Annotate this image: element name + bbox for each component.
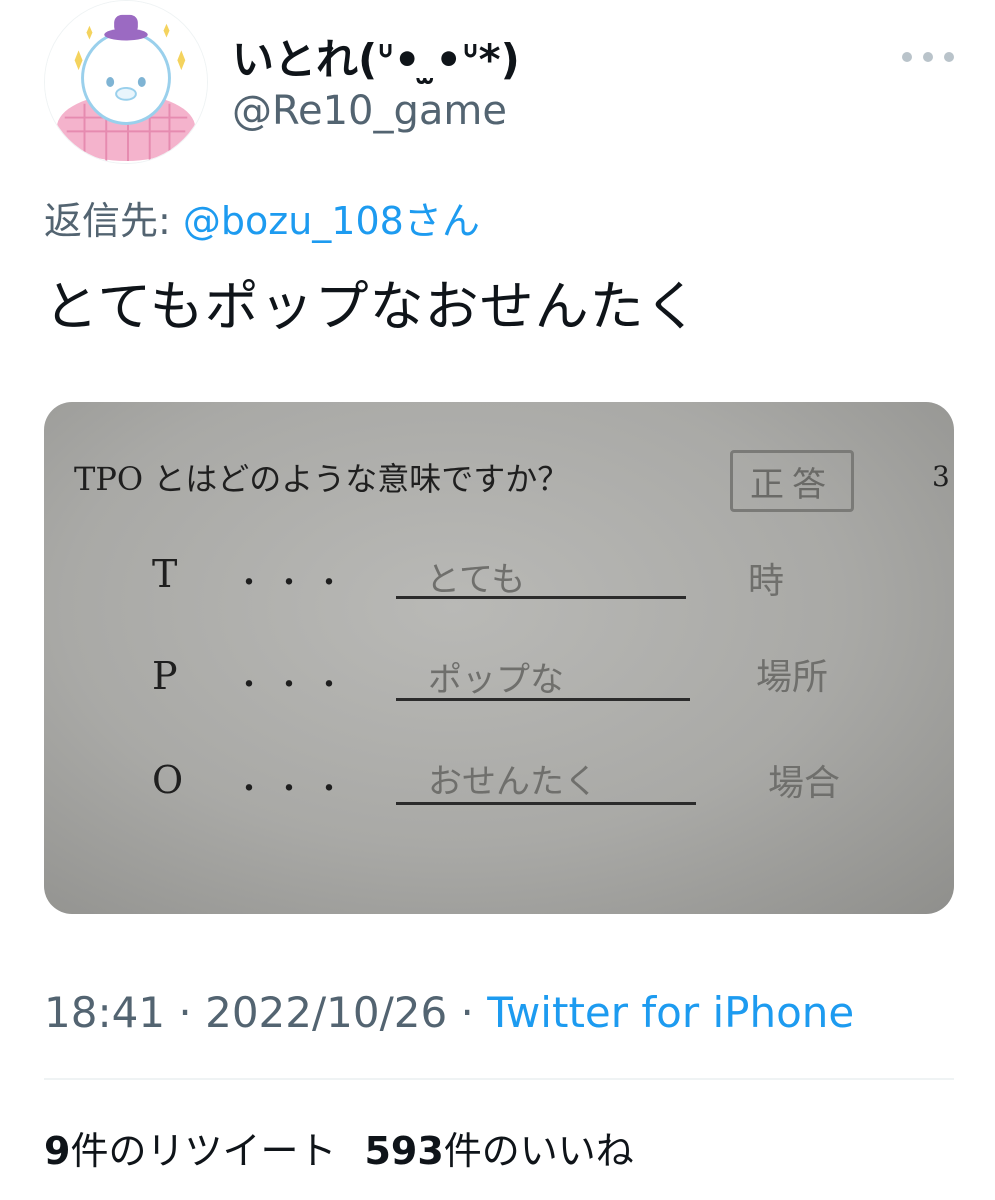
photo-row-answer: おせんたく xyxy=(428,762,598,802)
more-dot-icon xyxy=(944,52,954,62)
photo-row-correct: 場合 xyxy=(768,763,841,804)
tweet-time[interactable]: 18:41 xyxy=(44,988,165,1037)
photo-row-dots: ・・・ xyxy=(234,772,354,807)
answer-underline xyxy=(396,802,696,805)
photo-row-letter: P xyxy=(152,654,178,698)
tweet-photo[interactable]: TPO とはどのような意味ですか？ 正答 3 T ・・・ とても 時 P ・・・… xyxy=(44,402,954,914)
more-dot-icon xyxy=(902,52,912,62)
more-dot-icon xyxy=(923,52,933,62)
tweet-stats: 9件のリツイート 593件のいいね xyxy=(44,1120,634,1175)
retweets-stat[interactable]: 9件のリツイート xyxy=(44,1129,336,1173)
photo-stamp: 正答 xyxy=(730,450,854,512)
answer-underline xyxy=(396,698,690,701)
tweet-date[interactable]: 2022/10/26 xyxy=(205,988,447,1037)
tweet-source-link[interactable]: Twitter for iPhone xyxy=(487,988,854,1037)
photo-question-number: 3 xyxy=(932,460,950,493)
answer-underline xyxy=(396,596,686,599)
retweets-label: 件のリツイート xyxy=(70,1129,337,1173)
author-handle[interactable]: @Re10_game xyxy=(232,88,507,134)
photo-question: TPO とはどのような意味ですか？ xyxy=(74,460,570,498)
tweet-meta: 18:41 · 2022/10/26 · Twitter for iPhone xyxy=(44,988,854,1037)
seal-plush-avatar-icon xyxy=(45,1,207,163)
likes-count: 593 xyxy=(364,1129,444,1173)
photo-row-correct: 場所 xyxy=(756,657,829,698)
photo-row-letter: T xyxy=(152,552,178,596)
photo-row-letter: O xyxy=(152,758,184,802)
reply-prefix: 返信先: xyxy=(44,199,183,243)
photo-row-correct: 時 xyxy=(748,561,785,602)
author-display-name[interactable]: いとれ(ᐡ• ̫•ᐡ*) xyxy=(232,26,520,87)
avatar[interactable] xyxy=(44,0,208,164)
divider xyxy=(44,1078,954,1080)
reply-context: 返信先: @bozu_108さん xyxy=(44,190,480,245)
likes-stat[interactable]: 593件のいいね xyxy=(364,1129,633,1173)
photo-row-dots: ・・・ xyxy=(234,668,354,703)
more-options-button[interactable] xyxy=(902,42,954,72)
photo-row-answer: とても xyxy=(426,560,526,600)
photo-stamp-text: 正答 xyxy=(750,464,834,505)
photo-row-answer: ポップな xyxy=(428,660,564,700)
retweets-count: 9 xyxy=(44,1129,71,1173)
likes-label: 件のいいね xyxy=(443,1129,634,1173)
photo-row-dots: ・・・ xyxy=(234,566,354,601)
meta-separator: · xyxy=(165,988,206,1037)
tweet-text: とてもポップなおせんたく xyxy=(44,275,700,338)
tweet-detail: いとれ(ᐡ• ̫•ᐡ*) @Re10_game 返信先: @bozu_108さん… xyxy=(0,0,995,1200)
reply-target-link[interactable]: @bozu_108さん xyxy=(183,199,480,243)
meta-separator: · xyxy=(447,988,488,1037)
